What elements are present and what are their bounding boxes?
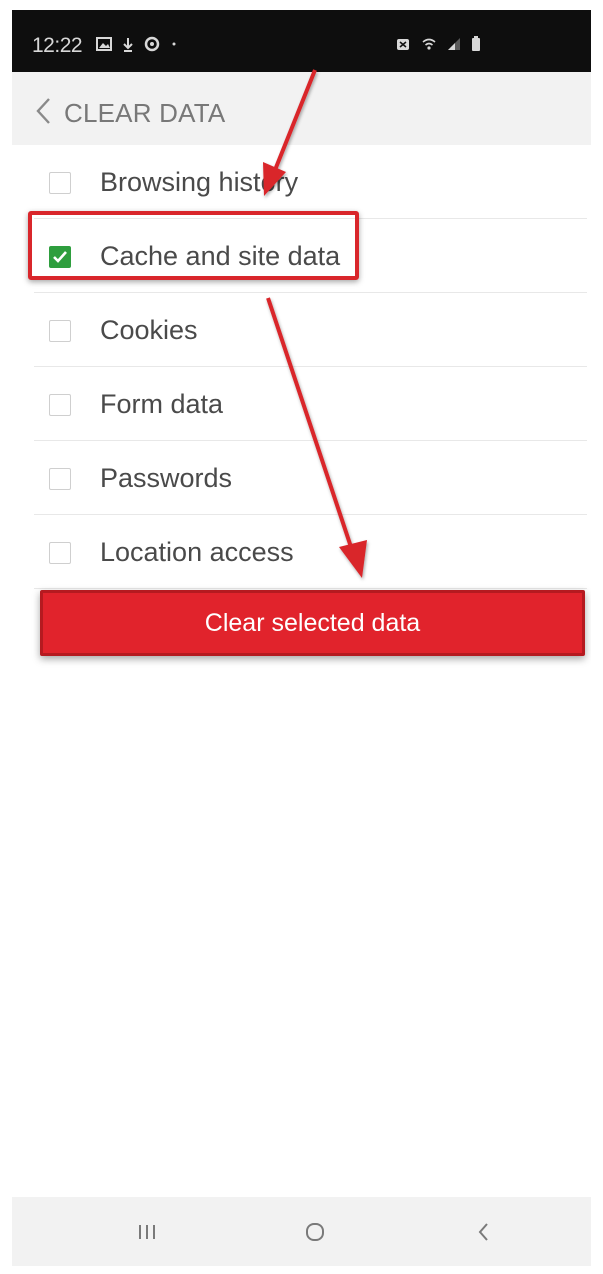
battery-icon bbox=[472, 36, 480, 51]
home-button[interactable] bbox=[295, 1215, 335, 1249]
wifi-icon bbox=[422, 38, 436, 50]
chevron-left-icon[interactable] bbox=[32, 96, 56, 126]
download-icon bbox=[123, 37, 133, 52]
checkbox-browsing-history[interactable] bbox=[49, 172, 71, 194]
back-button[interactable] bbox=[464, 1215, 504, 1249]
checkbox-form-data[interactable] bbox=[49, 394, 71, 416]
option-location-access[interactable]: Location access bbox=[34, 515, 587, 589]
gallery-icon bbox=[96, 37, 112, 51]
checkbox-passwords[interactable] bbox=[49, 468, 71, 490]
checkbox-location-access[interactable] bbox=[49, 542, 71, 564]
alarm-icon bbox=[397, 39, 409, 50]
option-browsing-history[interactable]: Browsing history bbox=[34, 145, 587, 219]
navigation-bar bbox=[12, 1197, 591, 1266]
phone-screen: 12:22 CLEAR DATA Browsing history Cache … bbox=[12, 10, 591, 1266]
back-icon bbox=[478, 1223, 488, 1241]
option-label: Passwords bbox=[100, 463, 233, 493]
recent-apps-icon bbox=[139, 1225, 155, 1239]
signal-icon bbox=[448, 38, 460, 50]
status-left-icons bbox=[96, 36, 177, 52]
checkbox-cookies[interactable] bbox=[49, 320, 71, 342]
sync-icon bbox=[144, 36, 160, 52]
status-time: 12:22 bbox=[32, 34, 83, 57]
dot-icon bbox=[172, 42, 176, 46]
recent-apps-button[interactable] bbox=[127, 1215, 167, 1249]
home-icon bbox=[306, 1223, 324, 1241]
option-label: Form data bbox=[100, 389, 224, 419]
clear-selected-data-button[interactable]: Clear selected data bbox=[40, 590, 585, 656]
option-passwords[interactable]: Passwords bbox=[34, 441, 587, 515]
status-bar: 12:22 bbox=[12, 10, 591, 72]
option-cookies[interactable]: Cookies bbox=[34, 293, 587, 367]
annotation-highlight-box bbox=[28, 211, 359, 280]
option-label: Location access bbox=[100, 537, 294, 567]
page-title: CLEAR DATA bbox=[64, 98, 226, 128]
option-label: Browsing history bbox=[100, 167, 299, 197]
option-form-data[interactable]: Form data bbox=[34, 367, 587, 441]
option-label: Cookies bbox=[100, 315, 198, 345]
app-header: CLEAR DATA bbox=[12, 72, 591, 145]
status-right-icons bbox=[395, 36, 481, 52]
